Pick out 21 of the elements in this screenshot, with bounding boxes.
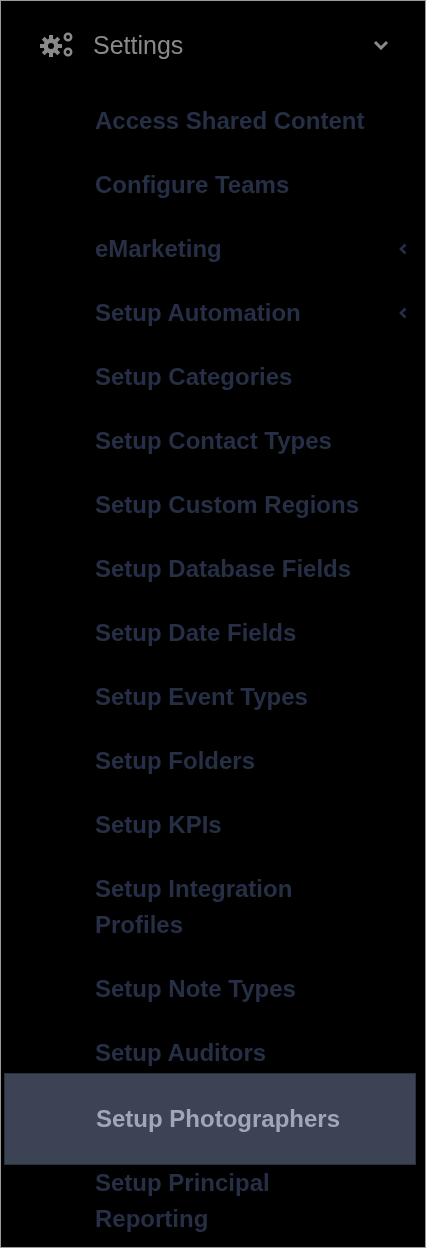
menu-title: Settings	[93, 30, 185, 60]
menu-item[interactable]: Setup Database Fields	[1, 537, 425, 601]
menu-item[interactable]: Setup Date Fields	[1, 601, 425, 665]
settings-menu-header[interactable]: Settings	[1, 1, 425, 89]
menu-item[interactable]: Setup Auditors	[1, 1021, 425, 1071]
menu-item[interactable]: Setup Custom Regions	[1, 473, 425, 537]
menu-item[interactable]: Setup Contact Types	[1, 409, 425, 473]
menu-item[interactable]: Setup Folders	[1, 729, 425, 793]
menu-item[interactable]: Setup Photographers	[4, 1073, 416, 1165]
menu-item[interactable]: Configure Teams	[1, 153, 425, 217]
menu-item[interactable]: Setup Integration Profiles	[1, 857, 425, 957]
chevron-down-icon	[373, 40, 389, 50]
gears-icon	[40, 32, 74, 58]
menu-item[interactable]: eMarketing	[1, 217, 425, 281]
menu-item[interactable]: Setup Categories	[1, 345, 425, 409]
menu-item[interactable]: Setup Principal Reporting	[1, 1165, 425, 1247]
menu-item[interactable]: Access Shared Content	[1, 89, 425, 153]
menu-item[interactable]: Setup Automation	[1, 281, 425, 345]
menu-item[interactable]: Setup Note Types	[1, 957, 425, 1021]
menu-item[interactable]: Setup Event Types	[1, 665, 425, 729]
menu-item[interactable]: Setup KPIs	[1, 793, 425, 857]
